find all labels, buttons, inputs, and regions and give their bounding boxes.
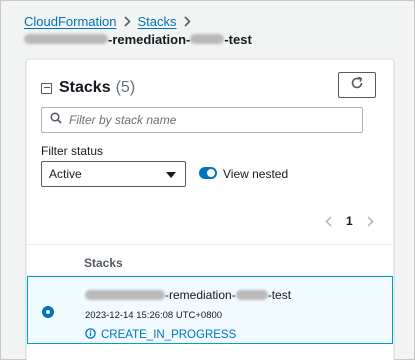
window-frame: CloudFormation Stacks -remediation- -tes…: [0, 0, 415, 360]
refresh-icon: [350, 76, 364, 95]
search-input[interactable]: [69, 113, 349, 127]
panel-header[interactable]: Stacks (5): [41, 78, 135, 98]
current-stack-name: -remediation- -test: [24, 31, 252, 47]
filter-status-value: Active: [49, 167, 82, 181]
row-name-middle: -remediation-: [165, 288, 236, 302]
column-header-stacks[interactable]: Stacks: [84, 256, 123, 270]
view-nested-label: View nested: [223, 167, 289, 181]
minus-square-icon[interactable]: [41, 82, 52, 94]
redacted-text: [190, 34, 225, 44]
row-name-suffix: -test: [267, 288, 292, 302]
redacted-text: [235, 290, 268, 300]
search-field[interactable]: [41, 107, 363, 133]
stack-count: (5): [115, 79, 136, 96]
status-text: CREATE_IN_PROGRESS: [101, 329, 237, 341]
stack-name-middle: -remediation-: [108, 31, 191, 47]
filter-status-label: Filter status: [41, 144, 104, 158]
breadcrumb-cloudformation-link[interactable]: CloudFormation: [24, 14, 117, 29]
breadcrumb: CloudFormation Stacks: [24, 13, 198, 29]
row-created-time: 2023-12-14 15:26:08 UTC+0800: [85, 310, 223, 321]
caret-down-icon: [166, 172, 176, 178]
redacted-text: [24, 34, 108, 44]
stack-name-suffix: -test: [224, 31, 252, 47]
row-radio-button[interactable]: [42, 306, 54, 318]
row-status: CREATE_IN_PROGRESS: [85, 328, 236, 342]
pagination: 1: [323, 213, 376, 229]
refresh-button[interactable]: [338, 72, 376, 98]
page-number[interactable]: 1: [346, 214, 353, 228]
search-icon: [50, 111, 62, 129]
redacted-text: [85, 290, 165, 300]
stack-name-link[interactable]: -remediation- -test: [85, 288, 292, 302]
chevron-right-icon: [183, 15, 191, 27]
chevron-right-icon: [123, 15, 131, 27]
filter-status-select[interactable]: Active: [41, 161, 186, 187]
stacks-panel: Stacks (5) Filter status Active: [26, 59, 394, 360]
breadcrumb-stacks-link[interactable]: Stacks: [138, 14, 177, 29]
panel-title: Stacks: [59, 79, 111, 96]
view-nested-toggle[interactable]: [199, 167, 217, 179]
divider: [27, 244, 393, 245]
info-circle-icon: [85, 328, 96, 342]
chevron-right-icon[interactable]: [366, 214, 376, 228]
chevron-left-icon[interactable]: [323, 214, 333, 228]
table-row[interactable]: -remediation- -test 2023-12-14 15:26:08 …: [27, 276, 393, 344]
